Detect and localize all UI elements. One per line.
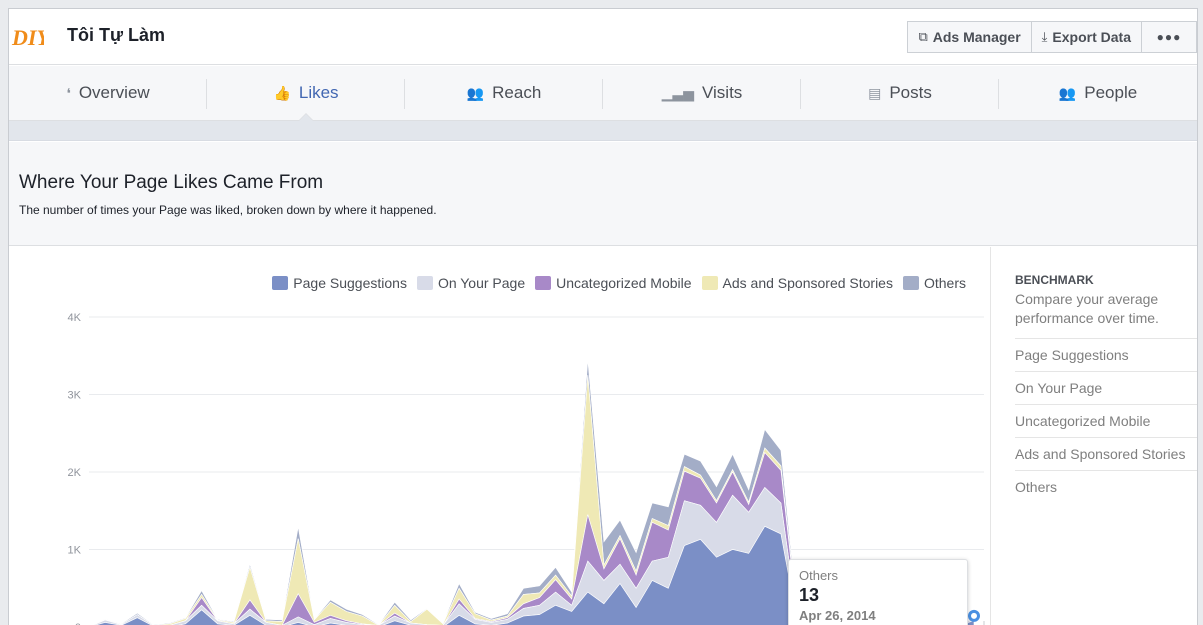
tab-label: Posts	[889, 83, 932, 102]
active-tab-caret	[298, 113, 314, 121]
benchmark-list: Page Suggestions On Your Page Uncategorize…	[1015, 338, 1197, 503]
more-options-button[interactable]: ●●●	[1141, 21, 1197, 53]
list-icon: ▤	[868, 84, 882, 101]
tooltip-series: Others	[799, 568, 839, 583]
tab-overview[interactable]: ❛ Overview	[9, 66, 207, 120]
export-data-label: Export Data	[1052, 29, 1131, 45]
benchmark-title: BENCHMARK	[1015, 273, 1094, 287]
tab-label: People	[1084, 83, 1138, 102]
y-tick-label: 2K	[68, 467, 82, 479]
tooltip-date: Apr 26, 2014	[799, 608, 876, 623]
benchmark-item[interactable]: Ads and Sponsored Stories	[1015, 437, 1197, 470]
tab-label: Likes	[298, 83, 339, 102]
page-logo[interactable]: DIY	[11, 22, 44, 50]
insights-tabs: ❛ Overview 👍 Likes 👥 Reach ▁▃▅ Visits ▤ Posts 👥 Peo…	[9, 66, 1197, 121]
people-icon: 👥	[466, 84, 485, 101]
tab-label: Visits	[702, 83, 743, 102]
tab-label: Overview	[78, 83, 150, 102]
section-header: Where Your Page Likes Came From The numb…	[9, 142, 1197, 246]
bars-icon: ▁▃▅	[661, 84, 694, 101]
thumbs-up-icon: 👍	[273, 84, 291, 101]
tab-likes[interactable]: 👍 Likes	[207, 66, 405, 121]
y-tick-label: 4K	[68, 312, 82, 324]
tab-label: Reach	[492, 83, 542, 102]
section-subtitle: The number of times your Page was liked,…	[19, 203, 437, 217]
benchmark-subtitle: Compare your average performance over ti…	[1015, 291, 1159, 326]
logo-text: DIY	[11, 25, 44, 50]
benchmark-item[interactable]: Others	[1015, 470, 1197, 503]
hover-point-marker[interactable]	[968, 609, 980, 622]
tooltip-value: 13	[799, 585, 820, 605]
benchmark-item[interactable]: On Your Page	[1015, 371, 1197, 404]
header-actions: ⧉ Ads Manager ⤓ Export Data ●●●	[907, 21, 1197, 53]
ads-manager-button[interactable]: ⧉ Ads Manager	[907, 21, 1032, 53]
group-icon: 👥	[1058, 84, 1077, 101]
benchmark-item[interactable]: Page Suggestions	[1015, 338, 1197, 371]
ads-manager-label: Ads Manager	[932, 29, 1021, 45]
page-title[interactable]: Tôi Tự Làm	[67, 25, 165, 46]
tab-people[interactable]: 👥 People	[999, 66, 1197, 120]
external-link-icon: ⧉	[918, 29, 928, 44]
benchmark-item[interactable]: Uncategorized Mobile	[1015, 404, 1197, 437]
tab-posts[interactable]: ▤ Posts	[801, 66, 999, 120]
section-title: Where Your Page Likes Came From	[19, 172, 324, 193]
export-data-button[interactable]: ⤓ Export Data	[1030, 21, 1142, 53]
tab-reach[interactable]: 👥 Reach	[405, 66, 603, 120]
page-header: DIY Tôi Tự Làm ⧉ Ads Manager ⤓ Export Data…	[9, 9, 1197, 65]
megaphone-icon: ❛	[66, 84, 71, 101]
download-icon: ⤓	[1041, 29, 1048, 44]
tab-underline-strip	[9, 121, 1197, 141]
insights-panel: DIY Tôi Tự Làm ⧉ Ads Manager ⤓ Export Data…	[8, 8, 1198, 625]
y-tick-label: 1K	[68, 545, 82, 557]
tab-visits[interactable]: ▁▃▅ Visits	[603, 66, 801, 120]
benchmark-panel: BENCHMARK Compare your average performan…	[990, 247, 1197, 625]
chart-tooltip: Others 13 Apr 26, 2014	[788, 559, 968, 625]
y-tick-label: 3K	[68, 390, 82, 402]
